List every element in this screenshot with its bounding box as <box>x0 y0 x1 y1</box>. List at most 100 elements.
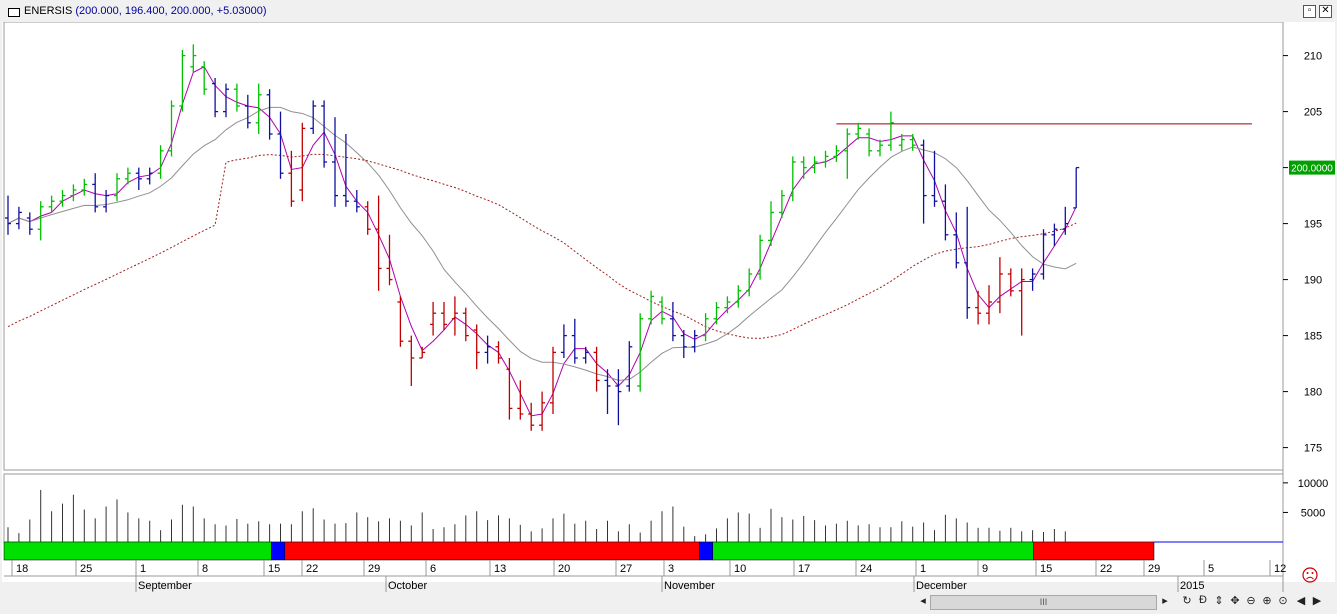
ohlc-bar <box>223 83 229 118</box>
ohlc-bar <box>800 156 807 179</box>
date-month-label: September <box>138 580 192 592</box>
ohlc-bar <box>811 156 818 174</box>
price-tick-label: 185 <box>1304 331 1322 343</box>
date-day-label: 15 <box>1040 563 1052 575</box>
move-icon[interactable]: ✥ <box>1228 594 1242 607</box>
ohlc-bar <box>201 61 208 95</box>
ohlc-bar <box>266 89 273 140</box>
ohlc-bar <box>735 285 742 308</box>
date-month-label: 2015 <box>1180 580 1204 592</box>
ohlc-bar <box>462 307 469 342</box>
date-day-label: 15 <box>268 563 280 575</box>
price-tick-label: 175 <box>1304 443 1322 455</box>
price-tick-label: 205 <box>1304 107 1322 119</box>
ohlc-bar <box>473 324 480 370</box>
date-day-label: 1 <box>920 563 926 575</box>
ohlc-bar <box>451 296 458 336</box>
ohlc-bar <box>593 346 600 392</box>
chart-area[interactable]: 210205200195190185180175200.000010000500… <box>2 21 1335 592</box>
ohlc-bar <box>528 402 535 431</box>
ohlc-bar <box>920 139 927 224</box>
date-day-label: 10 <box>734 563 746 575</box>
ohlc-bar <box>866 128 873 157</box>
date-day-label: 9 <box>982 563 988 575</box>
face-outline <box>1302 567 1318 583</box>
scroll-thumb[interactable]: III <box>930 595 1157 610</box>
date-day-label: 8 <box>202 563 208 575</box>
ohlc-bar <box>669 302 676 342</box>
crosshair-icon[interactable]: ⇕ <box>1212 594 1226 607</box>
ohlc-bar <box>430 302 437 336</box>
ohlc-bar <box>484 335 491 364</box>
chart-window: ENERSIS (200.000, 196.400, 200.000, +5.0… <box>0 0 1337 614</box>
window-title: ENERSIS (200.000, 196.400, 200.000, +5.0… <box>24 5 267 17</box>
date-day-label: 20 <box>558 563 570 575</box>
ohlc-bar <box>5 195 11 235</box>
title-bar[interactable]: ENERSIS (200.000, 196.400, 200.000, +5.0… <box>2 2 1335 23</box>
trend-band-segment <box>284 541 700 561</box>
ohlc-bar <box>855 122 862 140</box>
ohlc-bar <box>103 190 110 213</box>
face-eye-right <box>1311 572 1314 574</box>
date-month-label: November <box>664 580 715 592</box>
ohlc-bar <box>386 234 393 286</box>
close-button[interactable]: ✕ <box>1319 5 1332 18</box>
scroll-left-button[interactable]: ◂ <box>916 594 930 607</box>
ohlc-bar <box>70 184 77 202</box>
close-icon: ✕ <box>1321 5 1330 16</box>
ohlc-bar <box>975 290 982 325</box>
quote-values: (200.000, 196.400, 200.000, +5.03000) <box>75 5 267 17</box>
ohlc-bar <box>877 139 883 157</box>
ohlc-bar <box>964 206 971 319</box>
ohlc-bar <box>724 296 731 314</box>
window-icon <box>8 8 20 17</box>
trend-band-segment <box>712 541 1034 561</box>
ohlc-bar <box>495 341 502 364</box>
ohlc-bar <box>615 369 622 426</box>
restore-button[interactable]: ▫ <box>1303 5 1316 18</box>
ohlc-bar <box>1040 229 1047 280</box>
d-button[interactable]: Ɖ <box>1196 594 1210 606</box>
ohlc-bar <box>550 346 556 414</box>
refresh-icon[interactable]: ↻ <box>1180 594 1194 607</box>
horizontal-scrollbar[interactable]: ◂ III ▸ ↻ Ɖ ⇕ ✥ ⊖ ⊕ ⊙ ◀ ▶ <box>0 592 1337 612</box>
ohlc-bar <box>680 330 687 358</box>
ohlc-bar <box>375 195 382 291</box>
date-day-label: 12 <box>1274 563 1286 575</box>
ohlc-bar <box>702 313 709 342</box>
ohlc-bar <box>26 212 33 235</box>
face-mouth <box>1306 576 1314 580</box>
zoom-out-icon[interactable]: ⊖ <box>1244 594 1258 607</box>
date-day-label: 3 <box>668 563 674 575</box>
date-day-label: 13 <box>494 563 506 575</box>
scroll-right-button[interactable]: ▸ <box>1158 594 1172 607</box>
ohlc-bar <box>212 78 219 118</box>
restore-icon: ▫ <box>1307 5 1312 16</box>
ohlc-bar <box>244 94 251 129</box>
ohlc-bar <box>397 296 404 347</box>
zoom-in-icon[interactable]: ⊕ <box>1260 594 1274 607</box>
volume-tick-label: 5000 <box>1301 507 1325 519</box>
ohlc-bar <box>1062 206 1069 235</box>
long-moving-average <box>7 153 1077 339</box>
price-tick-label: 195 <box>1304 219 1322 231</box>
date-day-label: 6 <box>430 563 436 575</box>
ohlc-bar <box>135 167 142 190</box>
zoom-fit-icon[interactable]: ⊙ <box>1276 594 1290 607</box>
ohlc-bar <box>691 330 698 353</box>
ohlc-bar <box>626 341 633 392</box>
ohlc-bar <box>114 173 120 202</box>
ohlc-bar <box>277 111 284 179</box>
ohlc-bar <box>517 380 524 420</box>
prev-button[interactable]: ◀ <box>1294 594 1308 607</box>
volume-tick-label: 10000 <box>1298 478 1329 490</box>
ohlc-bar <box>1073 166 1080 209</box>
ohlc-bar <box>931 150 938 207</box>
ohlc-bar <box>844 128 851 179</box>
ohlc-bar <box>81 178 88 196</box>
ohlc-bar <box>571 318 578 364</box>
ohlc-bar <box>582 346 589 364</box>
date-day-label: 25 <box>80 563 92 575</box>
next-button[interactable]: ▶ <box>1310 594 1324 607</box>
ohlc-bar <box>190 44 197 73</box>
